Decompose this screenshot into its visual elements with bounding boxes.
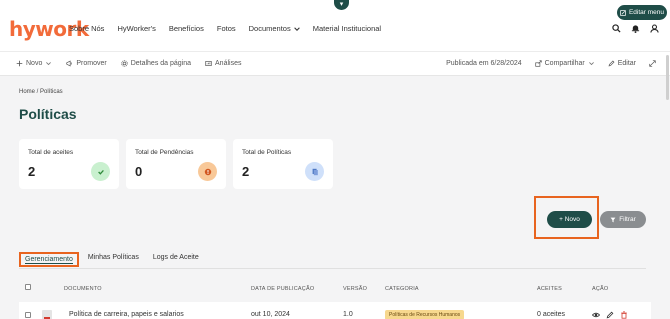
share-button[interactable]: Compartilhar xyxy=(534,60,595,67)
chevron-down-icon xyxy=(588,62,594,66)
column-header: DATA DE PUBLICAÇÃO xyxy=(251,286,315,292)
row-checkbox[interactable] xyxy=(25,312,31,318)
column-header: AÇÃO xyxy=(592,286,609,292)
stat-label: Total de aceites xyxy=(28,149,74,156)
scrollbar[interactable] xyxy=(666,55,669,100)
delete-icon[interactable] xyxy=(620,311,628,319)
table-row: Política de carreira, papeis e salarios … xyxy=(19,302,651,319)
analytics-button[interactable]: Análises xyxy=(205,60,241,67)
version: 1.0 xyxy=(343,311,353,318)
promote-button[interactable]: Promover xyxy=(66,60,107,67)
filter-icon xyxy=(610,217,616,222)
chevron-down-icon xyxy=(293,26,300,31)
select-all-checkbox[interactable] xyxy=(25,284,31,290)
search-icon[interactable] xyxy=(612,24,621,33)
nav-material-institucional[interactable]: Material Institucional xyxy=(313,24,381,33)
new-button[interactable]: Novo xyxy=(16,60,52,67)
column-header: CATEGORIA xyxy=(385,286,419,292)
edit-page-button[interactable]: Editar xyxy=(608,60,636,67)
nav-hyworkers[interactable]: HyWorker's xyxy=(117,24,155,33)
tab-gerenciamento[interactable]: Gerenciamento xyxy=(19,252,79,267)
page-title: Políticas xyxy=(19,106,77,122)
check-icon xyxy=(91,162,110,181)
share-icon xyxy=(534,60,542,67)
pencil-icon xyxy=(608,60,615,67)
edit-icon[interactable] xyxy=(606,311,614,319)
filter-label: Filtrar xyxy=(619,216,636,223)
alert-icon xyxy=(198,162,217,181)
gear-icon xyxy=(121,60,128,67)
edit-menu-label: Editar menu xyxy=(628,9,665,16)
tab-logs-de-aceite[interactable]: Logs de Aceite xyxy=(148,252,204,267)
page-command-bar: Novo Promover Detalhes da página Análise… xyxy=(0,52,670,76)
main-nav: Sobre Nós HyWorker's Benefícios Fotos Do… xyxy=(69,24,381,33)
pdf-file-icon xyxy=(42,310,52,319)
tab-label: Gerenciamento xyxy=(25,256,73,264)
plus-icon xyxy=(16,60,23,67)
stat-card-total-pendencias: Total de Pendências 0 xyxy=(126,139,226,189)
analytics-icon xyxy=(205,61,212,66)
nav-fotos[interactable]: Fotos xyxy=(217,24,236,33)
stat-label: Total de Pendências xyxy=(135,149,194,156)
megaphone-icon xyxy=(66,60,72,67)
tabs: Gerenciamento Minhas Políticas Logs de A… xyxy=(19,252,204,267)
new-policy-button[interactable]: + Novo xyxy=(547,211,592,228)
nav-sobre-nos[interactable]: Sobre Nós xyxy=(69,24,104,33)
filter-button[interactable]: Filtrar xyxy=(600,211,646,228)
document-name[interactable]: Política de carreira, papeis e salarios xyxy=(69,311,184,318)
expand-icon xyxy=(649,60,656,67)
published-date: Publicada em 6/28/2024 xyxy=(446,60,522,67)
nav-beneficios[interactable]: Benefícios xyxy=(169,24,204,33)
view-icon[interactable] xyxy=(591,311,601,319)
nav-documentos-label: Documentos xyxy=(248,24,291,33)
chevron-down-icon xyxy=(46,62,52,66)
edit-icon xyxy=(620,9,626,16)
header-icons xyxy=(612,24,659,33)
stat-label: Total de Políticas xyxy=(242,149,292,156)
analytics-label: Análises xyxy=(215,60,242,67)
edit-menu-button[interactable]: Editar menu xyxy=(617,5,667,20)
edit-page-label: Editar xyxy=(617,60,636,67)
column-header: VERSÃO xyxy=(343,286,368,292)
column-header: ACEITES xyxy=(537,286,562,292)
stat-card-total-politicas: Total de Políticas 2 xyxy=(233,139,333,189)
category-badge: Políticas de Recursos Humanos xyxy=(385,310,465,319)
nav-documentos[interactable]: Documentos xyxy=(249,24,300,33)
expand-button[interactable] xyxy=(649,60,656,67)
publication-date: out 10, 2024 xyxy=(251,311,290,318)
page-details-button[interactable]: Detalhes da página xyxy=(121,60,191,67)
stat-value: 2 xyxy=(242,164,250,179)
page-details-label: Detalhes da página xyxy=(130,60,192,67)
promote-label: Promover xyxy=(76,60,107,67)
stat-value: 0 xyxy=(135,164,143,179)
column-header: DOCUMENTO xyxy=(64,286,102,292)
collapse-header-button[interactable]: ▾ xyxy=(334,0,349,10)
stat-card-total-aceites: Total de aceites 2 xyxy=(19,139,119,189)
top-navigation: ▾ hywork Sobre Nós HyWorker's Benefícios… xyxy=(0,0,670,52)
new-label: Novo xyxy=(26,60,43,67)
tab-minhas-politicas[interactable]: Minhas Políticas xyxy=(83,252,144,267)
accept-count: 0 aceites xyxy=(537,311,566,318)
stat-value: 2 xyxy=(28,164,36,179)
bell-icon[interactable] xyxy=(631,24,640,33)
document-icon xyxy=(305,162,324,181)
divider xyxy=(19,268,646,269)
breadcrumb[interactable]: Home / Políticas xyxy=(19,89,63,95)
share-label: Compartilhar xyxy=(544,60,585,67)
user-icon[interactable] xyxy=(650,24,659,33)
